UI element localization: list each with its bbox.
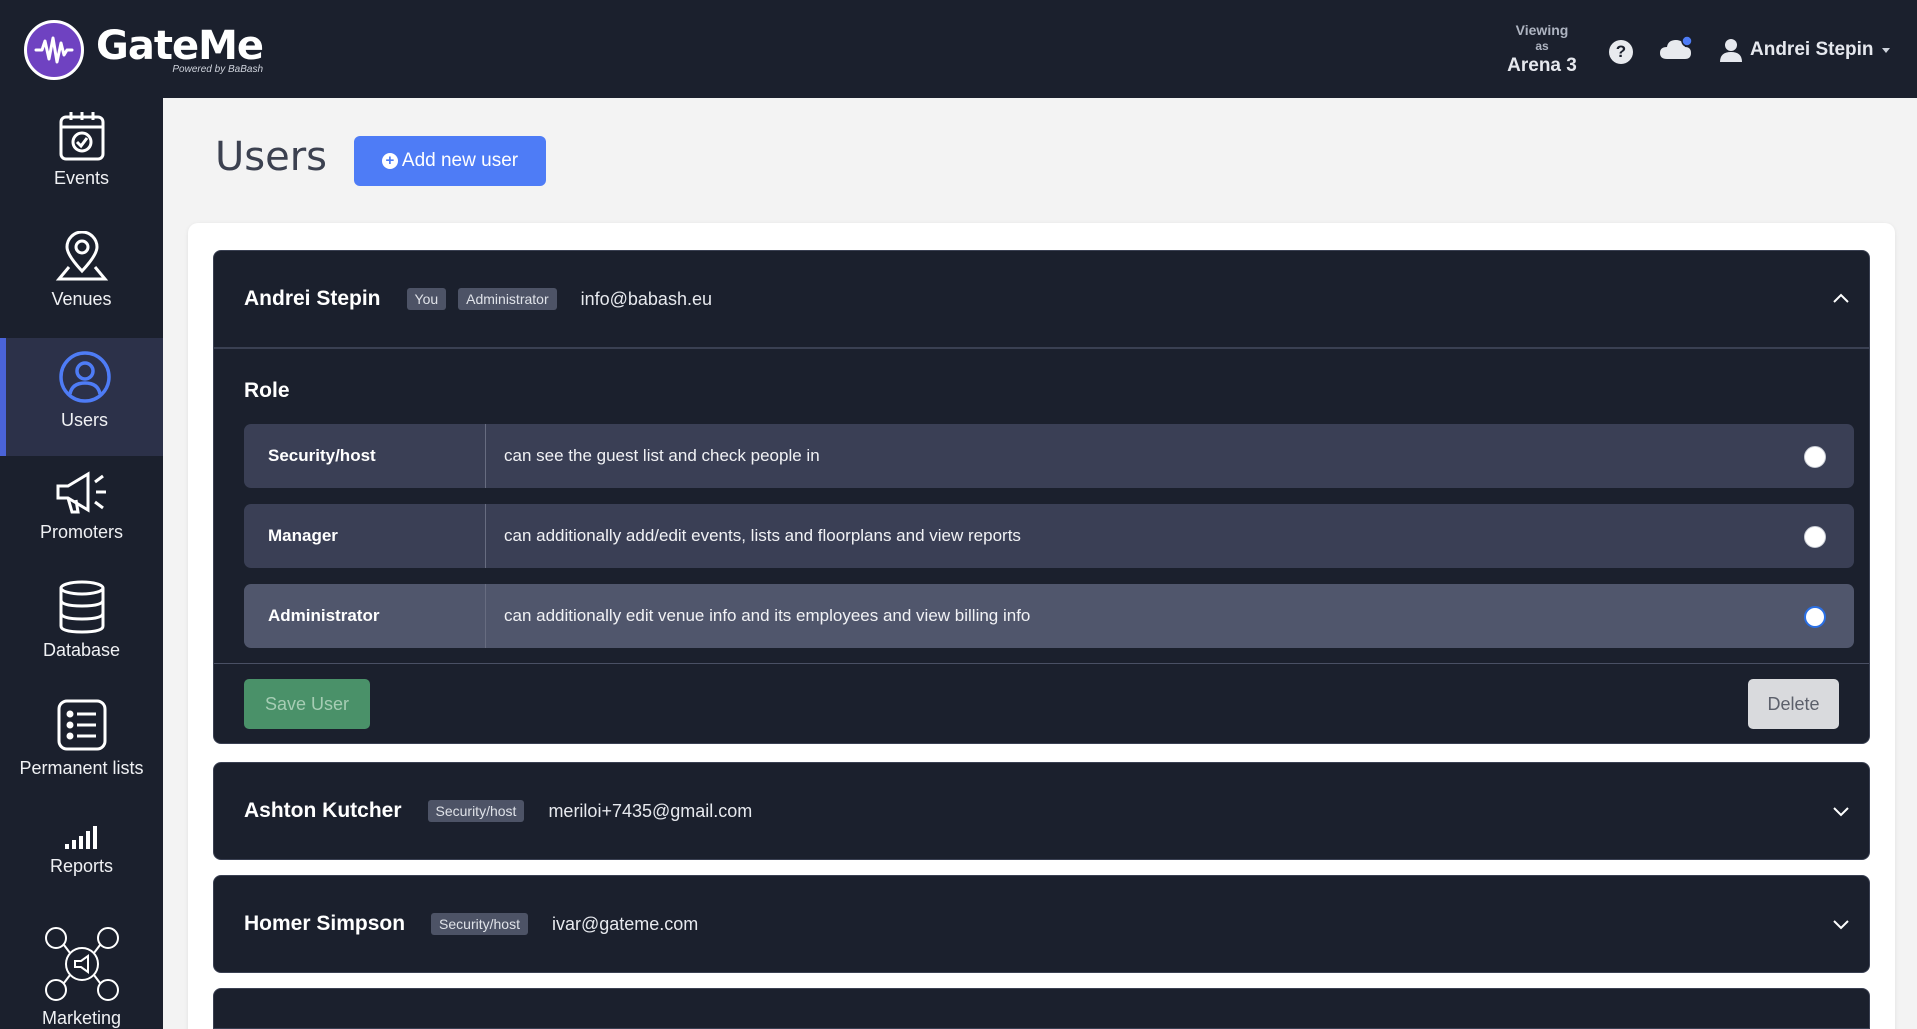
person-icon (1720, 39, 1742, 62)
user-row[interactable]: Andrei Stepin You Administrator info@bab… (213, 250, 1870, 348)
sidebar-item-promoters[interactable]: Promoters (0, 470, 163, 543)
role-description: can additionally edit venue info and its… (504, 606, 1031, 625)
role-description: can additionally add/edit events, lists … (504, 526, 1021, 545)
waveform-logo-icon (24, 20, 84, 80)
role-radio-selected[interactable] (1804, 606, 1826, 628)
sidebar-item-permanent-lists[interactable]: Permanent lists (0, 698, 163, 779)
user-email: meriloi+7435@gmail.com (548, 800, 753, 821)
role-badge: Security/host (427, 800, 525, 822)
user-row-partial[interactable] (213, 988, 1870, 1029)
user-email: ivar@gateme.com (551, 913, 699, 934)
sidebar-item-marketing[interactable]: Marketing (0, 926, 163, 1029)
viewing-as-indicator[interactable]: Viewing as Arena 3 (1492, 22, 1592, 78)
sidebar-item-label: Permanent lists (19, 758, 144, 778)
save-user-button[interactable]: Save User (244, 679, 370, 729)
plus-circle-icon: + (381, 153, 398, 169)
role-radio[interactable] (1804, 446, 1826, 468)
role-option-security-host[interactable]: Security/host can see the guest list and… (244, 424, 1854, 488)
role-description: can see the guest list and check people … (504, 446, 820, 465)
role-badge: Security/host (431, 913, 528, 935)
sidebar: Events Venues Users Promoters Database P… (0, 98, 163, 1029)
user-row[interactable]: Ashton Kutcher Security/host meriloi+743… (213, 762, 1870, 860)
role-badge: Administrator (458, 288, 557, 310)
role-name: Manager (244, 504, 486, 568)
user-email: info@babash.eu (580, 288, 712, 309)
sidebar-item-users[interactable]: Users (0, 338, 163, 456)
help-icon[interactable]: ? (1609, 40, 1633, 64)
logo[interactable]: GateMe Powered by BaBash (24, 20, 264, 80)
calendar-check-icon (59, 112, 104, 161)
map-pin-icon (55, 231, 108, 281)
list-icon (57, 699, 106, 751)
viewing-label: Viewing (1515, 22, 1569, 38)
user-name: Andrei Stepin (244, 287, 381, 310)
divider (214, 663, 1869, 664)
delete-user-button[interactable]: Delete (1748, 679, 1839, 729)
sidebar-item-label: Venues (51, 289, 112, 309)
chevron-down-icon[interactable] (1831, 914, 1851, 934)
database-icon (59, 580, 104, 634)
sidebar-item-events[interactable]: Events (0, 110, 163, 189)
cloud-notification-icon[interactable] (1659, 35, 1693, 62)
user-detail-panel: Role Security/host can see the guest lis… (213, 348, 1870, 744)
megaphone-icon (56, 471, 106, 514)
user-menu[interactable]: Andrei Stepin (1720, 38, 1890, 62)
role-option-administrator[interactable]: Administrator can additionally edit venu… (244, 584, 1854, 648)
sidebar-item-label: Marketing (41, 1008, 122, 1028)
user-circle-icon (58, 351, 111, 403)
sidebar-item-database[interactable]: Database (0, 580, 163, 661)
chevron-up-icon[interactable] (1831, 289, 1851, 309)
user-name: Homer Simpson (244, 912, 406, 935)
logo-name: GateMe (96, 22, 264, 69)
sidebar-item-reports[interactable]: Reports (0, 824, 163, 877)
sidebar-item-venues[interactable]: Venues (0, 231, 163, 310)
role-option-manager[interactable]: Manager can additionally add/edit events… (244, 504, 1854, 568)
sidebar-item-label: Events (53, 168, 110, 188)
chevron-down-icon (1881, 47, 1890, 53)
add-user-button[interactable]: + Add new user (354, 136, 546, 186)
sidebar-item-label: Promoters (39, 522, 124, 542)
top-bar: GateMe Powered by BaBash Viewing as Aren… (0, 0, 1917, 98)
viewing-as-label: as (1535, 39, 1549, 53)
add-user-label: Add new user (401, 150, 519, 171)
user-row[interactable]: Homer Simpson Security/host ivar@gateme.… (213, 875, 1870, 973)
chevron-down-icon[interactable] (1831, 801, 1851, 821)
sidebar-item-label: Users (60, 410, 108, 430)
role-name: Administrator (244, 584, 486, 648)
you-badge: You (406, 288, 447, 310)
user-menu-name: Andrei Stepin (1750, 39, 1874, 60)
bar-chart-icon (64, 826, 97, 849)
role-name: Security/host (244, 424, 486, 488)
page-title: Users (215, 134, 328, 180)
role-radio[interactable] (1804, 526, 1826, 548)
role-title: Role (244, 379, 290, 402)
social-marketing-icon (44, 927, 119, 1001)
sidebar-item-label: Database (42, 640, 121, 660)
sidebar-item-label: Reports (49, 856, 114, 876)
user-name: Ashton Kutcher (244, 799, 402, 822)
viewing-venue: Arena 3 (1507, 55, 1577, 76)
